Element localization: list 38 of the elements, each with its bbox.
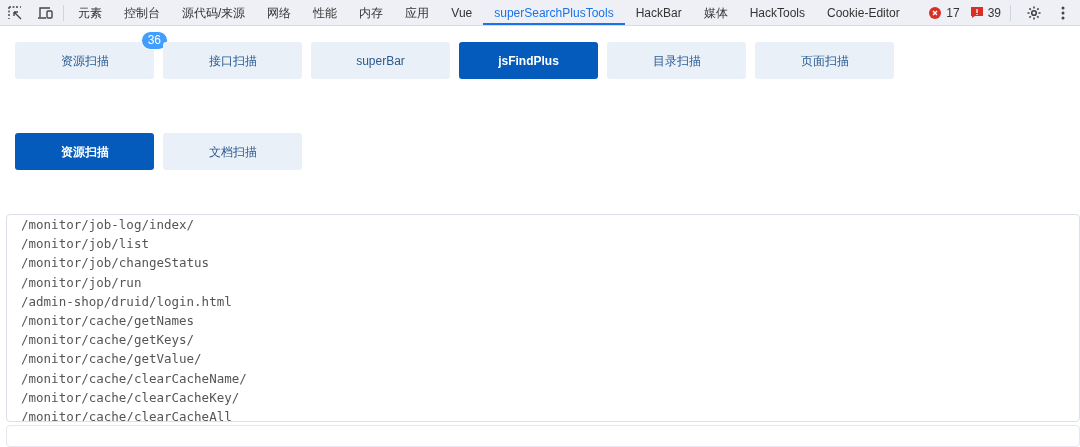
tab-button[interactable]: 文档扫描 (163, 133, 302, 170)
result-line: /monitor/job/list (21, 235, 149, 254)
tab-button[interactable]: 目录扫描 (607, 42, 746, 79)
warning-flag-icon (970, 7, 983, 18)
result-line: /monitor/cache/clearCacheName/ (21, 369, 247, 388)
result-line: /monitor/job-log/index/ (21, 216, 195, 234)
devtools-tab[interactable]: 媒体 (692, 0, 739, 25)
devtools-tab[interactable]: 性能 (302, 0, 349, 25)
result-line: /admin-shop/druid/login.html (21, 292, 232, 311)
devtools-tab[interactable]: HackBar (624, 0, 693, 25)
devtools-tab[interactable]: 源代码/来源 (171, 0, 257, 25)
result-line: /monitor/cache/getValue/ (21, 350, 202, 369)
devtools-tab[interactable]: 网络 (256, 0, 303, 25)
result-line: /monitor/job/changeStatus (21, 254, 210, 273)
devtools-tab[interactable]: 应用 (394, 0, 441, 25)
tab-button[interactable]: jsFindPlus (459, 42, 598, 79)
devtools-tab[interactable]: HackTools (738, 0, 817, 25)
devtools-tab[interactable]: 元素 (67, 0, 113, 25)
result-line: /monitor/cache/getNames (21, 312, 195, 330)
devtools-tab[interactable]: Vue (440, 0, 484, 25)
result-line: /monitor/cache/clearCacheKey/ (21, 388, 240, 407)
devtools-tab[interactable]: Cookie-Editor (816, 0, 911, 25)
result-line: /monitor/cache/getKeys/ (21, 331, 195, 350)
tab-button[interactable]: 接口扫描 (163, 42, 302, 79)
warning-count: 39 (987, 4, 1001, 22)
settings-icon[interactable] (1026, 4, 1042, 21)
tab-button[interactable]: 页面扫描 (755, 42, 894, 79)
devtools-tab[interactable]: superSearchPlusTools (483, 0, 625, 25)
result-line: /monitor/job/run (21, 273, 142, 292)
inspect-icon[interactable] (7, 4, 23, 21)
devtools-tab[interactable]: 内存 (348, 0, 395, 25)
devtools-tab[interactable]: 控制台 (113, 0, 171, 25)
error-icon (929, 6, 942, 19)
more-menu-icon[interactable] (1061, 5, 1065, 20)
device-toolbar-icon[interactable] (37, 4, 54, 21)
error-count: 17 (946, 4, 960, 22)
tab-button[interactable]: 资源扫描 (15, 133, 154, 170)
tab-button[interactable]: superBar (311, 42, 450, 79)
